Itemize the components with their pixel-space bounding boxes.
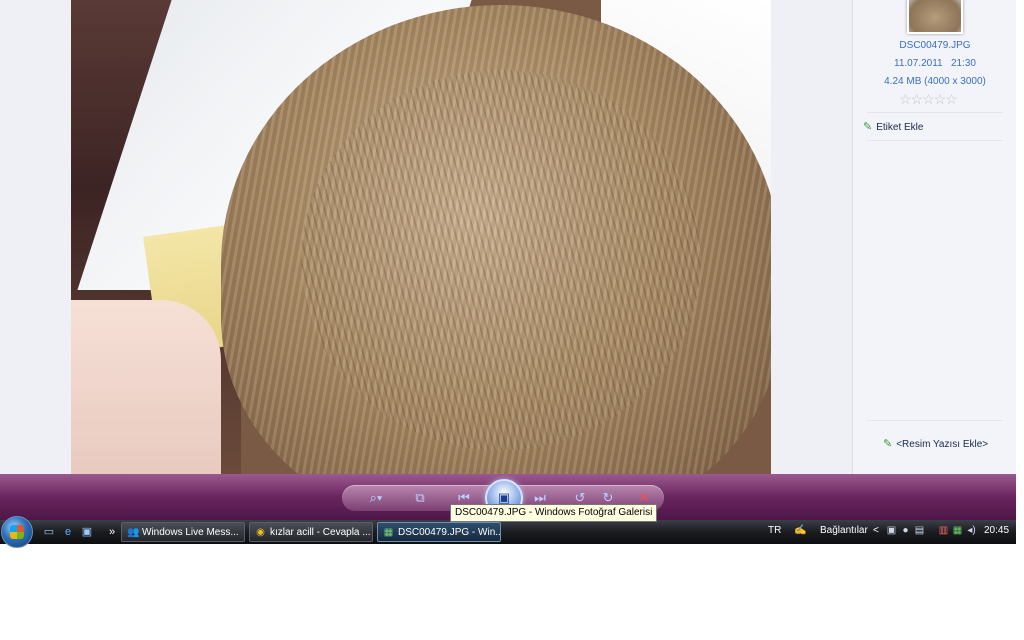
info-pane: DSC00479.JPG 11.07.2011 21:30 4.24 MB (4… <box>852 0 1016 474</box>
caption-icon: ✎ <box>883 438 893 450</box>
add-tag-label: Etiket Ekle <box>876 122 924 133</box>
switch-windows-icon[interactable]: ▣ <box>80 525 94 539</box>
device-icon[interactable]: ▤ <box>914 525 925 537</box>
photo-shoulder <box>71 300 221 474</box>
divider <box>867 140 1003 141</box>
language-indicator[interactable]: TR <box>768 525 781 536</box>
rating-stars[interactable]: ☆☆☆☆☆ <box>899 91 958 108</box>
volume-icon[interactable]: ◂) <box>966 525 977 537</box>
add-caption-link[interactable]: ✎ <Resim Yazısı Ekle> <box>883 437 988 450</box>
photo <box>71 0 771 474</box>
file-name: DSC00479.JPG <box>899 40 971 51</box>
show-desktop-icon[interactable]: ▭ <box>42 525 56 539</box>
divider <box>867 420 1003 421</box>
taskbar: ▭ e ▣ » 👥 Windows Live Mess... ◉ kızlar ac… <box>0 516 1016 548</box>
tray-expand-arrow[interactable]: < <box>873 525 879 536</box>
internet-explorer-icon[interactable]: e <box>61 525 75 539</box>
date-time: 11.07.2011 21:30 <box>853 58 1016 69</box>
taskbar-item-label: kızlar acill - Cevapla ... <box>270 527 371 538</box>
zoom-button[interactable]: ⌕▾ <box>362 488 390 508</box>
photo-hair-strands <box>301 70 701 450</box>
tag-icon: ✎ <box>863 121 873 133</box>
date: 11.07.2011 <box>894 58 943 69</box>
chrome-icon: ◉ <box>256 527 265 538</box>
links-toolbar-label[interactable]: Bağlantılar <box>820 525 868 536</box>
taskbar-item-label: DSC00479.JPG - Win... <box>398 527 501 538</box>
connection-icon[interactable]: ▦ <box>952 525 963 537</box>
add-tag-link[interactable]: ✎ Etiket Ekle <box>863 120 923 133</box>
clock[interactable]: 20:45 <box>984 525 1009 536</box>
network-icon[interactable]: ▣ <box>886 525 897 537</box>
taskbar-item-messenger[interactable]: 👥 Windows Live Mess... <box>121 522 245 542</box>
messenger-icon: 👥 <box>127 527 140 538</box>
photo-viewer-area: DSC00479.JPG 11.07.2011 21:30 4.24 MB (4… <box>0 0 1016 474</box>
file-size: 4.24 MB (4000 x 3000) <box>884 76 986 87</box>
messenger-tray-icon[interactable]: ● <box>900 525 911 537</box>
divider <box>867 112 1003 113</box>
tooltip: DSC00479.JPG - Windows Fotoğraf Galerisi <box>450 504 658 522</box>
pen-input-icon[interactable]: ✍ <box>794 525 806 537</box>
time: 21:30 <box>950 58 976 69</box>
more-quicklaunch-icon[interactable]: » <box>105 525 119 539</box>
start-button[interactable] <box>1 516 33 548</box>
actual-size-button[interactable]: ⧉ <box>410 488 430 508</box>
add-caption-label: <Resim Yazısı Ekle> <box>896 439 989 450</box>
security-icon[interactable]: ▥ <box>938 525 949 537</box>
taskbar-item-label: Windows Live Mess... <box>142 527 239 538</box>
taskbar-item-photo-gallery[interactable]: ▦ DSC00479.JPG - Win... <box>377 522 501 542</box>
photo-gallery-icon: ▦ <box>383 527 394 538</box>
windows-logo-icon <box>10 525 24 539</box>
photo-thumbnail <box>907 0 963 34</box>
taskbar-item-chrome[interactable]: ◉ kızlar acill - Cevapla ... <box>249 522 373 542</box>
